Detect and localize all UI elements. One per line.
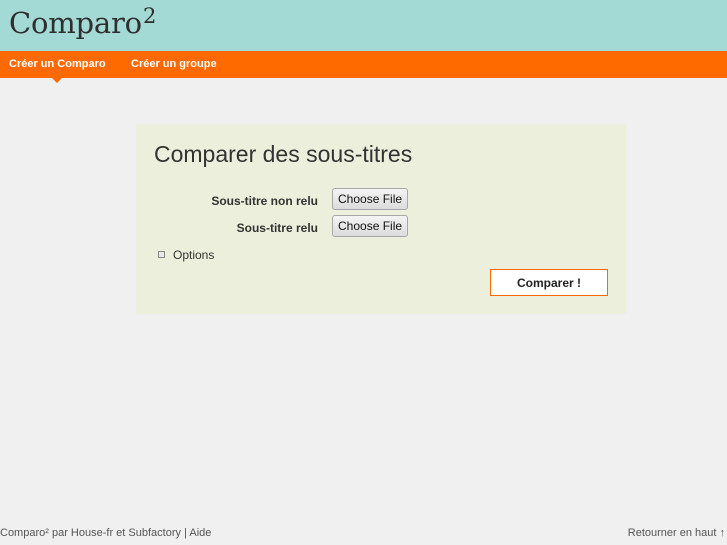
- nav-item-create-group[interactable]: Créer un groupe: [131, 51, 217, 78]
- page-title: Comparer des sous-titres: [154, 141, 413, 167]
- logo-superscript: 2: [142, 4, 157, 28]
- unrevised-subtitle-file-button[interactable]: Choose File: [332, 188, 409, 210]
- revised-subtitle-file-button[interactable]: Choose File: [332, 215, 409, 237]
- main-nav: Créer un Comparo Créer un groupe: [0, 51, 727, 83]
- unrevised-subtitle-label: Sous-titre non relu: [211, 194, 318, 208]
- compare-form-panel: Comparer des sous-titres Sous-titre non …: [136, 124, 626, 314]
- help-link[interactable]: Aide: [189, 527, 211, 539]
- nav-item-create-comparo[interactable]: Créer un Comparo: [9, 51, 106, 83]
- revised-subtitle-label: Sous-titre relu: [236, 221, 318, 235]
- footer-credits: Comparo² par House-fr et Subfactory | Ai…: [0, 527, 211, 539]
- footer-prefix: Comparo² par: [0, 527, 71, 539]
- options-label: Options: [173, 248, 215, 262]
- site-header: Comparo2: [0, 0, 727, 51]
- footer-et: et: [113, 527, 129, 539]
- subfactory-link[interactable]: Subfactory: [128, 527, 181, 539]
- house-fr-link[interactable]: House-fr: [71, 527, 113, 539]
- compare-button[interactable]: Comparer !: [490, 269, 608, 296]
- logo-text: Comparo: [9, 6, 142, 40]
- site-logo[interactable]: Comparo2: [9, 4, 157, 40]
- back-to-top-link[interactable]: Retourner en haut ↑: [628, 527, 725, 539]
- options-expand-icon: [158, 251, 165, 258]
